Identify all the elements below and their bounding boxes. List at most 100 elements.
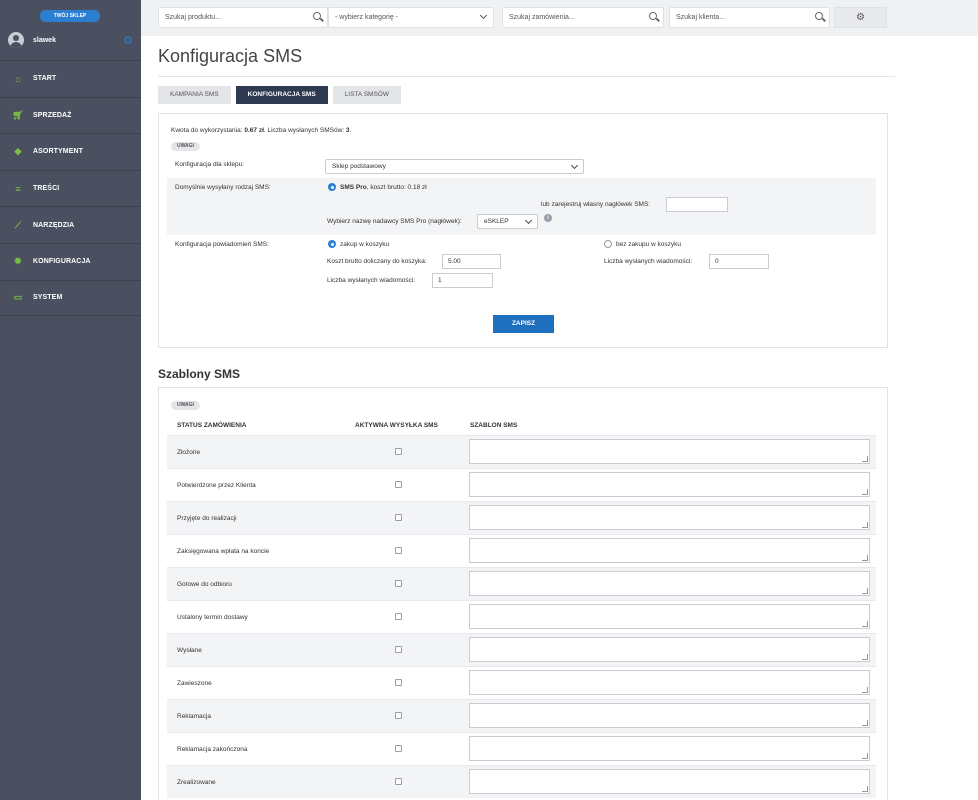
active-checkbox[interactable] [395, 613, 402, 620]
top-bar: Szukaj produktu... - wybierz kategorię -… [141, 0, 978, 36]
user-settings-icon[interactable]: ⚙ [123, 34, 133, 47]
column-header-active: AKTYWNA WYSYŁKA SMS [355, 422, 438, 429]
active-checkbox[interactable] [395, 580, 402, 587]
template-textarea[interactable] [469, 604, 870, 629]
notes-pill[interactable]: UWAGI [171, 142, 200, 151]
tab-konfiguracja-sms[interactable]: KONFIGURACJA SMS [235, 86, 328, 104]
sent-prefix: . Liczba wysłanych SMSów: [263, 127, 345, 134]
category-select[interactable]: - wybierz kategorię - [328, 7, 494, 28]
search-icon[interactable] [815, 12, 823, 20]
save-button[interactable]: ZAPISZ [493, 315, 554, 333]
cart-icon: 🛒︎ [12, 109, 24, 120]
tab-lista-smsow[interactable]: LISTA SMSÓW [332, 86, 401, 104]
table-row: Zaksięgowana wpłata na koncie [167, 534, 876, 567]
status-name: Potwierdzone przez Klienta [177, 482, 256, 489]
balance-line: Kwota do wykorzystania: 0.67 zł. Liczba … [171, 127, 351, 134]
chart-icon: ⟋ [14, 219, 22, 230]
search-orders-input[interactable]: Szukaj zamówienia... [502, 7, 664, 28]
template-textarea[interactable] [469, 736, 870, 761]
search-product-placeholder: Szukaj produktu... [165, 14, 222, 21]
sms-pro-name: SMS Pro [340, 184, 367, 191]
active-checkbox[interactable] [395, 712, 402, 719]
no-cart-option-radio[interactable] [604, 240, 612, 248]
default-type-label: Domyślnie wysyłany rodzaj SMS: [175, 184, 271, 191]
search-icon[interactable] [313, 12, 321, 20]
sent-count-cart-input[interactable]: 1 [432, 273, 493, 288]
template-textarea[interactable] [469, 670, 870, 695]
search-client-input[interactable]: Szukaj klienta... [669, 7, 830, 28]
info-icon[interactable]: i [544, 214, 552, 222]
chevron-down-icon [524, 216, 533, 225]
cart-cost-input[interactable]: 5.00 [442, 254, 501, 269]
status-name: Ustalony termin dostawy [177, 614, 248, 621]
sender-value: eSKLEP [484, 218, 509, 225]
status-name: Zawieszone [177, 680, 212, 687]
status-name: Reklamacja [177, 713, 211, 720]
table-row: Zawieszone [167, 666, 876, 699]
home-icon: ⌂ [15, 73, 21, 84]
active-checkbox[interactable] [395, 778, 402, 785]
shop-config-value: Sklep podstawowy [332, 163, 386, 170]
status-name: Wysłane [177, 647, 202, 654]
table-row: Wysłane [167, 633, 876, 666]
cart-option-radio[interactable] [328, 240, 336, 248]
username[interactable]: slawek [33, 37, 56, 44]
sms-pro-option: SMS Pro, koszt brutto: 0.18 zł [340, 184, 427, 191]
template-textarea[interactable] [469, 472, 870, 497]
shop-config-select[interactable]: Sklep podstawowy [325, 159, 584, 174]
sidebar-item-sprzedaz[interactable]: 🛒︎ SPRZEDAŻ [0, 96, 141, 134]
sent-count-cart-label: Liczba wysłanych wiadomości: [327, 277, 416, 284]
template-textarea[interactable] [469, 571, 870, 596]
sidebar-item-label: ASORTYMENT [33, 148, 83, 156]
template-textarea[interactable] [469, 505, 870, 530]
sidebar-item-label: TREŚCI [33, 185, 60, 193]
sidebar-item-label: START [33, 75, 57, 83]
search-product-input[interactable]: Szukaj produktu... [158, 7, 328, 28]
avatar[interactable] [8, 32, 24, 48]
no-cart-option-label: bez zakupu w koszyku [616, 241, 682, 248]
sender-select[interactable]: eSKLEP [477, 214, 538, 229]
notes-pill[interactable]: UWAGI [171, 401, 200, 410]
active-checkbox[interactable] [395, 745, 402, 752]
tab-kampania-sms[interactable]: KAMPANIA SMS [158, 86, 231, 104]
table-row: Zrealizowane [167, 765, 876, 798]
balance-prefix: Kwota do wykorzystania: [171, 127, 243, 134]
sidebar-item-tresci[interactable]: ≡ TREŚCI [0, 169, 141, 207]
template-textarea[interactable] [469, 769, 870, 794]
active-checkbox[interactable] [395, 646, 402, 653]
active-checkbox[interactable] [395, 481, 402, 488]
table-row: Gotowe do odbioru [167, 567, 876, 600]
status-name: Reklamacja zakończona [177, 746, 248, 753]
sidebar-item-asortyment[interactable]: ◆ ASORTYMENT [0, 133, 141, 170]
sidebar-item-system[interactable]: ▭ SYSTEM [0, 279, 141, 317]
settings-gear-icon[interactable]: ⚙ [834, 7, 887, 28]
your-shop-button[interactable]: TWÓJ SKLEP [40, 10, 100, 22]
active-checkbox[interactable] [395, 679, 402, 686]
template-textarea[interactable] [469, 439, 870, 464]
status-name: Przyjęte do realizacji [177, 515, 237, 522]
template-textarea[interactable] [469, 703, 870, 728]
active-checkbox[interactable] [395, 547, 402, 554]
search-client-placeholder: Szukaj klienta... [676, 14, 726, 21]
category-select-value: - wybierz kategorię - [335, 14, 399, 21]
own-header-input[interactable] [666, 197, 728, 212]
sent-count-nocart-input[interactable]: 0 [709, 254, 769, 269]
sms-pro-radio[interactable] [328, 183, 336, 191]
active-checkbox[interactable] [395, 514, 402, 521]
status-name: Zaksięgowana wpłata na koncie [177, 548, 270, 555]
sent-count-nocart-label: Liczba wysłanych wiadomości: [604, 258, 693, 265]
search-icon[interactable] [649, 12, 657, 20]
search-orders-placeholder: Szukaj zamówienia... [509, 14, 575, 21]
sidebar-item-konfiguracja[interactable]: ✹ KONFIGURACJA [0, 242, 141, 280]
sidebar-item-start[interactable]: ⌂ START [0, 60, 141, 97]
template-textarea[interactable] [469, 538, 870, 563]
sidebar-item-label: SPRZEDAŻ [33, 111, 72, 119]
divider [158, 76, 895, 77]
sidebar-item-label: SYSTEM [33, 294, 63, 302]
active-checkbox[interactable] [395, 448, 402, 455]
table-row: Ustalony termin dostawy [167, 600, 876, 633]
status-name: Zrealizowane [177, 779, 216, 786]
template-textarea[interactable] [469, 637, 870, 662]
sidebar-item-narzedzia[interactable]: ⟋ NARZĘDZIA [0, 206, 141, 243]
status-name: Gotowe do odbioru [177, 581, 232, 588]
